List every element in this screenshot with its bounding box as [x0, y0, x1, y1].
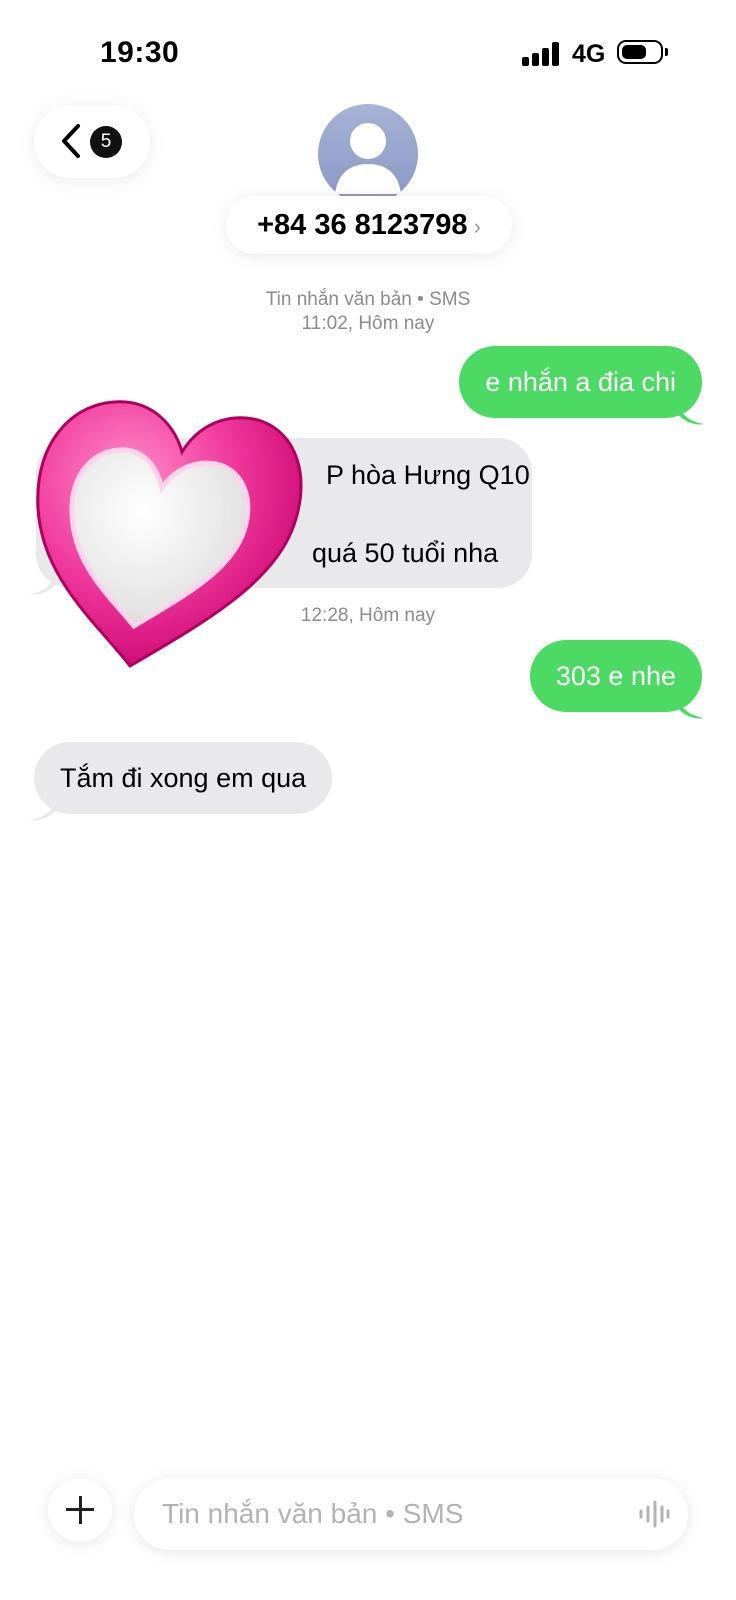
message-type-label: Tin nhắn văn bản • SMS: [265, 289, 471, 310]
voice-wave-icon[interactable]: [638, 1500, 670, 1528]
add-attachment-button[interactable]: [48, 1478, 112, 1542]
timestamp: 11:02, Hôm nay: [301, 313, 435, 334]
contact-number: +84 36 8123798: [257, 209, 468, 241]
outgoing-message-bubble[interactable]: e nhắn a đia chi: [459, 346, 702, 418]
bubble-tail: [678, 696, 704, 719]
contact-chevron-icon: ›: [473, 214, 481, 239]
contact-header-pill[interactable]: +84 36 8123798 ›: [226, 196, 512, 254]
status-time: 19:30: [100, 36, 180, 69]
signal-icon: [522, 42, 560, 66]
back-button[interactable]: 5: [34, 106, 150, 178]
outgoing-message-bubble[interactable]: 303 e nhe: [529, 640, 702, 712]
unread-count-badge: 5: [90, 126, 122, 158]
contact-avatar[interactable]: [318, 104, 418, 204]
incoming-message-bubble[interactable]: Tắm đi xong em qua: [34, 742, 333, 814]
battery-icon: [617, 40, 668, 64]
network-label: 4G: [572, 40, 606, 68]
timestamp: 12:28, Hôm nay: [300, 605, 436, 626]
avatar-person-icon: [335, 123, 401, 194]
message-input[interactable]: [134, 1478, 688, 1550]
message-line: quá 50 tuổi nha: [312, 538, 499, 568]
bubble-tail: [30, 798, 56, 821]
back-chevron-icon: [62, 124, 80, 158]
message-line: P hòa Hưng Q10: [326, 460, 530, 490]
bubble-tail: [678, 402, 704, 425]
heart-sticker: [36, 400, 303, 668]
